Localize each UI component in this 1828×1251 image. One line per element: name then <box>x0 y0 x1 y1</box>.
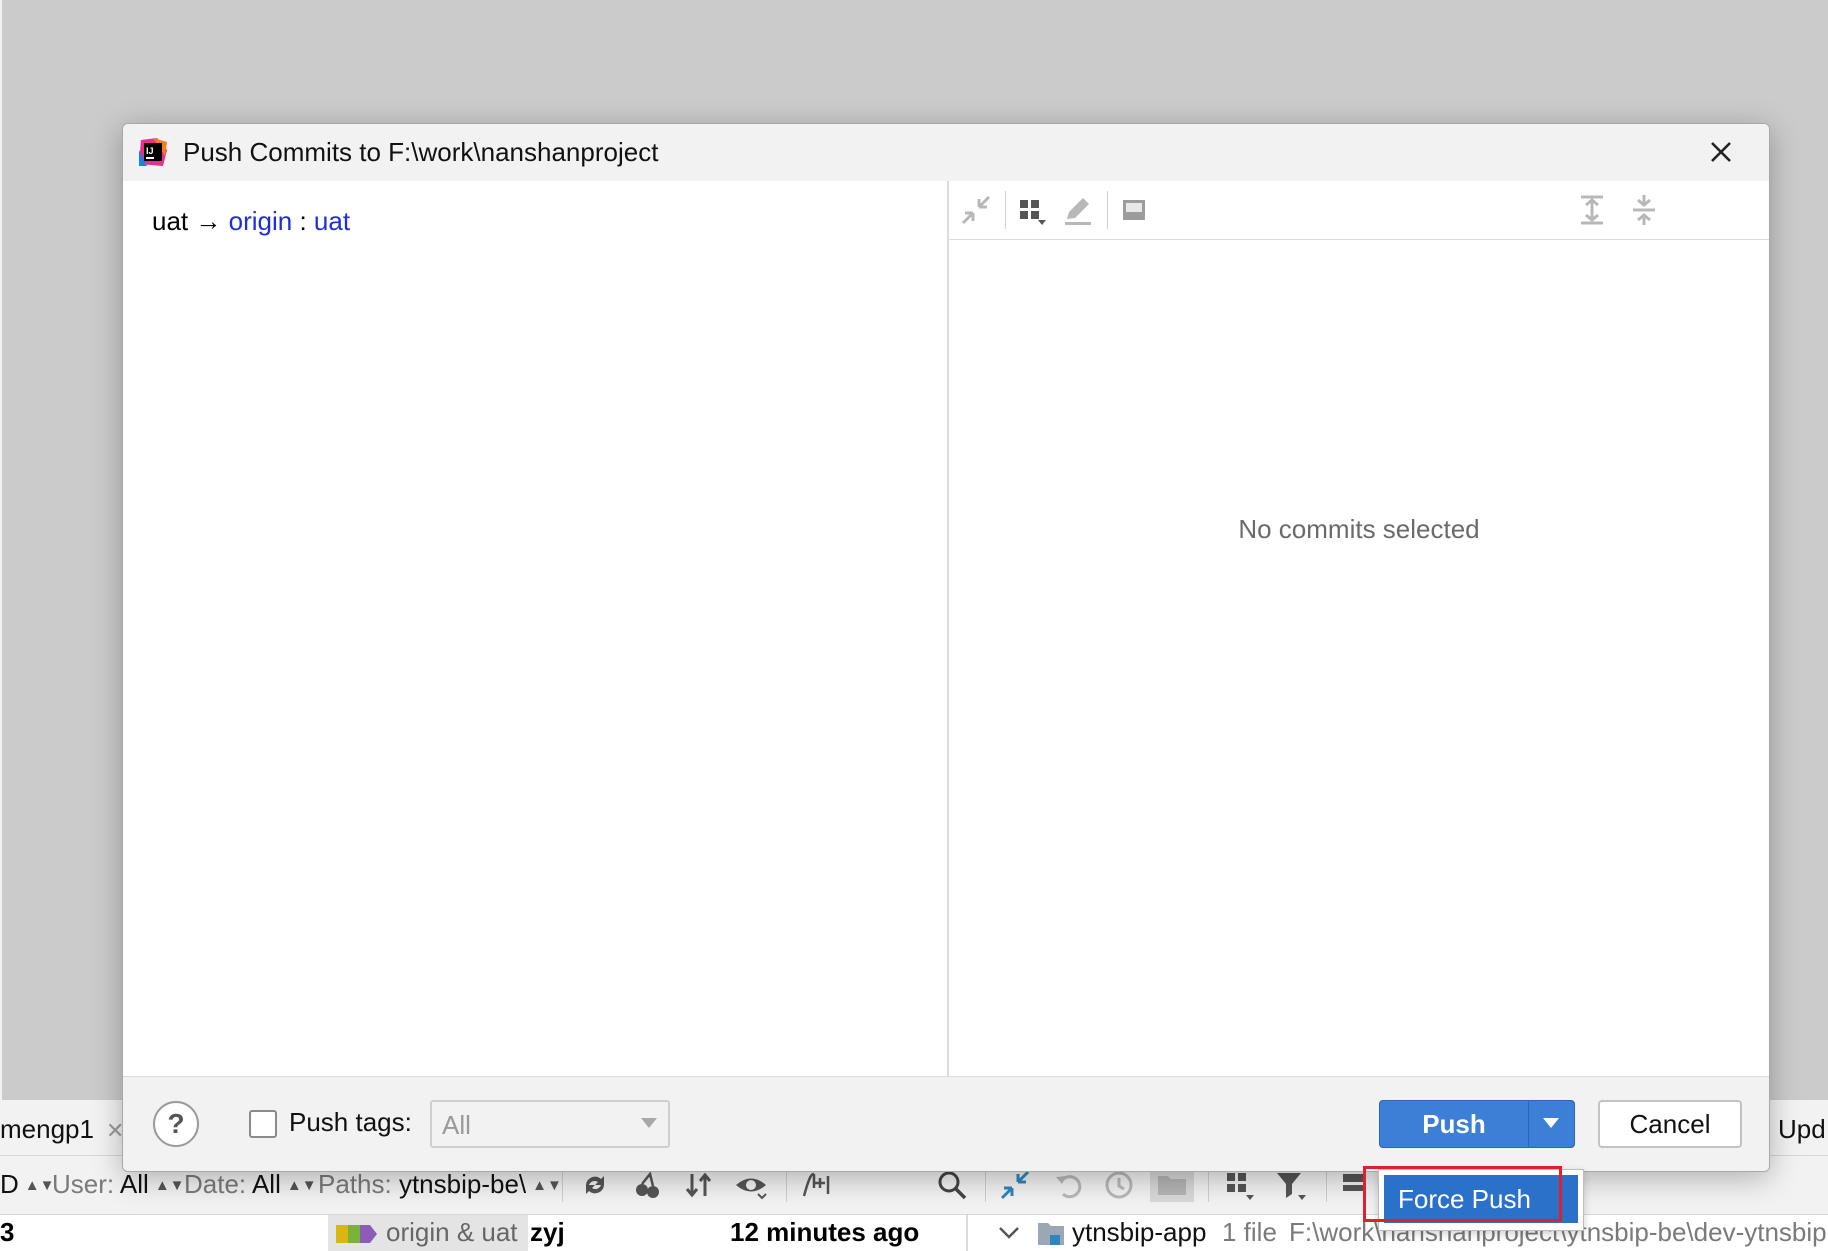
branch-separator: : <box>299 206 307 236</box>
ide-tab-mengp1[interactable]: mengp1 ✕ <box>0 1114 124 1145</box>
toolbar-separator <box>1005 191 1006 229</box>
module-name: ytnsbip-app <box>1072 1217 1207 1247</box>
toolbar-separator <box>985 1168 986 1202</box>
history-icon[interactable] <box>1102 1168 1136 1202</box>
push-tags-label: Push tags: <box>289 1107 412 1137</box>
go-to-hash-icon[interactable] <box>798 1168 832 1202</box>
details-toolbar <box>949 181 1769 240</box>
tag-icon <box>336 1225 377 1243</box>
branch-tag: origin & uat <box>328 1215 528 1251</box>
paths-filter[interactable]: Paths: ytnsbip-be\ ▲▼ <box>318 1169 562 1200</box>
commit-details-pane: No commits selected <box>949 181 1769 1076</box>
date-filter[interactable]: Date: All ▲▼ <box>184 1169 317 1200</box>
push-tags-select[interactable]: All <box>430 1100 670 1148</box>
collapse-diff-icon[interactable] <box>998 1168 1032 1202</box>
user-filter-value: All <box>119 1169 149 1199</box>
branch-filter[interactable]: D ▲▼ <box>0 1169 54 1200</box>
search-icon[interactable] <box>935 1168 969 1202</box>
collapse-all-icon[interactable] <box>1625 191 1663 229</box>
push-tags-checkbox[interactable] <box>249 1110 277 1138</box>
remote-branch-link[interactable]: uat <box>314 206 350 236</box>
push-split-button[interactable]: Push <box>1379 1100 1575 1148</box>
user-filter[interactable]: User: All ▲▼ <box>52 1169 185 1200</box>
toolbar-separator <box>1326 1168 1327 1202</box>
paths-filter-value: ytnsbip-be\ <box>398 1169 527 1199</box>
help-button[interactable]: ? <box>153 1101 199 1147</box>
push-options-popup: Force Push <box>1378 1169 1584 1231</box>
ide-tab-update[interactable]: Upd <box>1778 1114 1826 1145</box>
arrow-icon: → <box>195 206 222 236</box>
branch-mapping-row[interactable]: uat → origin : uat <box>152 206 350 237</box>
refresh-icon[interactable] <box>578 1168 612 1202</box>
close-icon[interactable] <box>1703 134 1739 170</box>
dialog-title: Push Commits to F:\work\nanshanproject <box>183 137 659 167</box>
cherry-pick-icon[interactable] <box>630 1168 664 1202</box>
chevron-down-icon <box>641 1118 657 1128</box>
toolbar-separator <box>1107 191 1108 229</box>
force-push-menu-item[interactable]: Force Push <box>1384 1175 1578 1223</box>
branch-filter-value: D <box>0 1169 19 1199</box>
edit-icon[interactable] <box>1059 191 1097 229</box>
intellij-logo-icon: IJ <box>139 138 167 166</box>
user-filter-label: User: <box>52 1169 115 1199</box>
sort-arrows-icon: ▲▼ <box>532 1177 562 1194</box>
date-filter-value: All <box>251 1169 281 1199</box>
layout-icon[interactable] <box>1340 1168 1374 1202</box>
group-by-icon[interactable] <box>1013 191 1051 229</box>
toolbar-separator <box>1208 1168 1209 1202</box>
ide-tab-label: mengp1 <box>0 1114 94 1144</box>
svg-text:IJ: IJ <box>146 146 154 156</box>
file-count: 1 file <box>1222 1217 1277 1247</box>
sort-arrows-icon: ▲▼ <box>286 1177 317 1194</box>
push-button[interactable]: Push <box>1380 1101 1528 1147</box>
toolbar-separator <box>786 1168 787 1202</box>
repository-branches-pane: uat → origin : uat <box>123 181 947 1076</box>
filter-icon[interactable] <box>1274 1168 1308 1202</box>
force-push-label: Force Push <box>1398 1184 1531 1214</box>
group-by-icon[interactable] <box>1222 1168 1256 1202</box>
empty-state-message: No commits selected <box>1238 514 1480 544</box>
paths-filter-label: Paths: <box>318 1169 392 1199</box>
date-filter-label: Date: <box>184 1169 247 1199</box>
chevron-down-icon[interactable] <box>998 1225 1020 1241</box>
commit-index: 3 <box>0 1217 15 1247</box>
triangle-down-icon <box>1543 1118 1559 1128</box>
dialog-footer: ? Push tags: All Push Cancel <box>123 1076 1769 1171</box>
commit-refs: origin & uat <box>386 1217 518 1247</box>
commit-author: zyj <box>530 1217 565 1247</box>
commit-time: 12 minutes ago <box>730 1217 920 1247</box>
pane-divider <box>966 1215 968 1251</box>
local-branch: uat <box>152 206 189 236</box>
folder-icon[interactable] <box>1150 1168 1194 1202</box>
preview-panel-icon[interactable] <box>1115 191 1153 229</box>
push-tags-select-value: All <box>442 1110 471 1140</box>
push-commits-dialog: IJ Push Commits to F:\work\nanshanprojec… <box>122 123 1770 1172</box>
push-options-dropdown[interactable] <box>1529 1101 1574 1147</box>
sort-arrows-icon: ▲▼ <box>24 1177 55 1194</box>
toolbar-separator <box>562 1168 563 1202</box>
ide-left-edge <box>0 0 2 1100</box>
ide-tab-label: Upd <box>1778 1114 1826 1144</box>
dialog-titlebar[interactable]: IJ Push Commits to F:\work\nanshanprojec… <box>123 124 1769 181</box>
sort-arrows-icon: ▲▼ <box>154 1177 185 1194</box>
cancel-button[interactable]: Cancel <box>1598 1100 1742 1148</box>
module-folder-icon <box>1038 1223 1064 1245</box>
sort-icon[interactable] <box>682 1168 716 1202</box>
eye-icon[interactable] <box>734 1168 768 1202</box>
undo-icon[interactable] <box>1052 1168 1086 1202</box>
expand-all-icon[interactable] <box>1573 191 1611 229</box>
remote-name-link[interactable]: origin <box>229 206 293 236</box>
collapse-icon[interactable] <box>957 191 995 229</box>
